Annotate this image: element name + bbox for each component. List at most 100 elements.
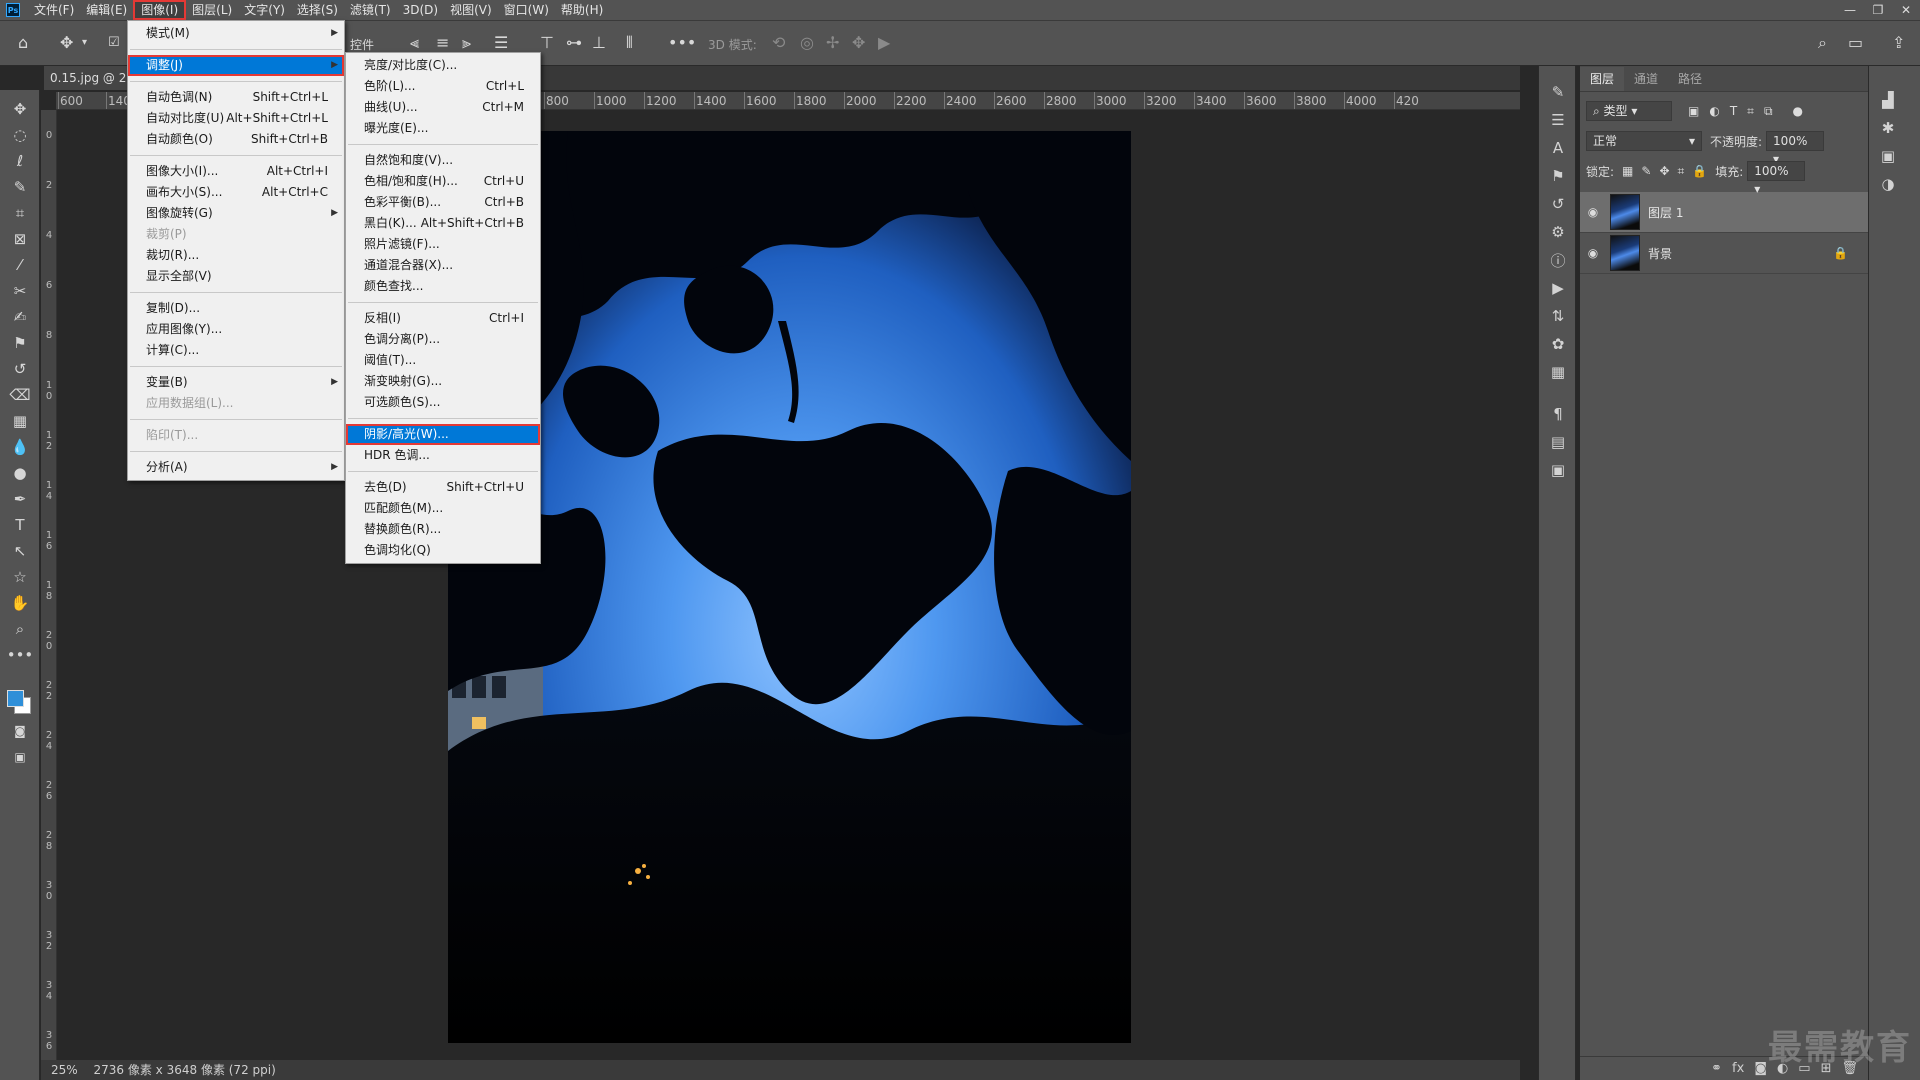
lasso-tool-icon[interactable]: ℓ xyxy=(0,148,40,174)
properties-icon[interactable]: ⚙ xyxy=(1539,218,1577,246)
menu-0[interactable]: 文件(F) xyxy=(28,0,80,20)
path-select-tool-icon[interactable]: ↖ xyxy=(0,538,40,564)
menu-item[interactable]: 裁切(R)... xyxy=(128,245,344,266)
menu-item[interactable]: 模式(M) ▶ xyxy=(128,23,344,44)
align-left-icon[interactable]: ⫷ xyxy=(410,33,419,53)
3d-rotate-icon[interactable]: ⟲ xyxy=(772,33,785,52)
panel-tab[interactable]: 图层 xyxy=(1580,67,1625,91)
filter-smart-object-icon[interactable]: ⧉ xyxy=(1764,104,1773,119)
color-icon[interactable]: ✿ xyxy=(1539,330,1577,358)
filter-type-icon[interactable]: T xyxy=(1730,104,1737,118)
menu-item[interactable]: HDR 色调... xyxy=(346,445,540,466)
screen-mode-icon[interactable]: ▣ xyxy=(0,744,40,770)
menu-item[interactable]: 分析(A) ▶ xyxy=(128,457,344,478)
zoom-level[interactable]: 25% xyxy=(51,1063,78,1077)
search-icon[interactable]: ⌕ xyxy=(1818,33,1827,53)
3d-roll-icon[interactable]: ◎ xyxy=(800,33,814,52)
menu-item[interactable]: 画布大小(S)... Alt+Ctrl+C xyxy=(128,182,344,203)
learn-icon[interactable]: ◑ xyxy=(1869,170,1907,198)
menu-item[interactable]: 应用图像(Y)... xyxy=(128,319,344,340)
menu-item[interactable]: 反相(I) Ctrl+I xyxy=(346,308,540,329)
quick-select-tool-icon[interactable]: ✎ xyxy=(0,174,40,200)
share-icon[interactable]: ⇪ xyxy=(1892,33,1905,52)
menu-item[interactable]: 调整(J) ▶ xyxy=(128,55,344,76)
menu-item[interactable]: 可选颜色(S)... xyxy=(346,392,540,413)
distribute-icon[interactable]: ☰ xyxy=(494,33,508,52)
distribute-vertical-icon[interactable]: ⫴ xyxy=(626,33,633,53)
document-tab[interactable]: 0.15.jpg @ 2... xyxy=(44,66,134,90)
menu-item[interactable]: 去色(D) Shift+Ctrl+U xyxy=(346,477,540,498)
menu-item[interactable]: 替换颜色(R)... xyxy=(346,519,540,540)
move-tool-icon[interactable]: ✥ xyxy=(0,96,40,122)
filter-pixel-icon[interactable]: ▣ xyxy=(1688,104,1699,118)
clone-source-icon[interactable]: ⚑ xyxy=(1539,162,1577,190)
foreground-color-swatch[interactable] xyxy=(7,690,24,707)
libraries-icon[interactable]: ▣ xyxy=(1869,142,1907,170)
info-icon[interactable]: ⓘ xyxy=(1539,246,1577,274)
visibility-eye-icon[interactable]: ◉ xyxy=(1580,246,1606,260)
menu-1[interactable]: 编辑(E) xyxy=(80,0,133,20)
healing-tool-icon[interactable]: ✂ xyxy=(0,278,40,304)
lock-artboard-icon[interactable]: ⌗ xyxy=(1678,164,1685,179)
menu-item[interactable]: 曝光度(E)... xyxy=(346,118,540,139)
menu-item[interactable]: 曲线(U)... Ctrl+M xyxy=(346,97,540,118)
photoshop-logo-icon[interactable]: Ps xyxy=(6,3,20,17)
menu-item[interactable]: 自动色调(N) Shift+Ctrl+L xyxy=(128,87,344,108)
crop-tool-icon[interactable]: ⌗ xyxy=(0,200,40,226)
align-center-icon[interactable]: ≡ xyxy=(436,33,449,52)
menu-4[interactable]: 文字(Y) xyxy=(238,0,291,20)
menu-item[interactable]: 色相/饱和度(H)... Ctrl+U xyxy=(346,171,540,192)
chevron-down-icon[interactable]: ▾ xyxy=(82,37,87,48)
menu-item[interactable]: 色阶(L)... Ctrl+L xyxy=(346,76,540,97)
menu-item[interactable]: 照片滤镜(F)... xyxy=(346,234,540,255)
menu-10[interactable]: 帮助(H) xyxy=(555,0,609,20)
3d-slide-icon[interactable]: ✥ xyxy=(852,33,865,52)
eyedropper-tool-icon[interactable]: ⁄ xyxy=(0,252,40,278)
filter-toggle-icon[interactable]: ● xyxy=(1793,104,1803,118)
workspace-icon[interactable]: ▭ xyxy=(1848,33,1863,52)
menu-item[interactable]: 黑白(K)... Alt+Shift+Ctrl+B xyxy=(346,213,540,234)
brush-settings-icon[interactable]: ✎ xyxy=(1539,78,1577,106)
eraser-tool-icon[interactable]: ⌫ xyxy=(0,382,40,408)
menu-item[interactable]: 阴影/高光(W)... xyxy=(346,424,540,445)
menu-7[interactable]: 3D(D) xyxy=(397,0,444,20)
auto-select-checkbox[interactable]: ☑ xyxy=(108,35,120,50)
more-tools-icon[interactable]: ••• xyxy=(0,642,40,668)
align-right-icon[interactable]: ⫸ xyxy=(462,33,471,53)
filter-shape-icon[interactable]: ⌗ xyxy=(1747,104,1754,119)
minimize-icon[interactable]: — xyxy=(1836,0,1864,20)
actions-icon[interactable]: ▶ xyxy=(1539,274,1577,302)
shape-tool-icon[interactable]: ☆ xyxy=(0,564,40,590)
menu-item[interactable]: 显示全部(V) xyxy=(128,266,344,287)
lock-position-icon[interactable]: ✥ xyxy=(1659,164,1669,178)
type-tool-icon[interactable]: T xyxy=(0,512,40,538)
history-icon[interactable]: ↺ xyxy=(1539,190,1577,218)
frame-tool-icon[interactable]: ⊠ xyxy=(0,226,40,252)
panel-tab[interactable]: 路径 xyxy=(1668,67,1712,91)
layer-style-icon[interactable]: fx xyxy=(1732,1061,1744,1076)
lock-all-icon[interactable]: 🔒 xyxy=(1692,164,1707,178)
align-middle-icon[interactable]: ⊶ xyxy=(566,33,582,52)
fill-input[interactable]: 100% ▾ xyxy=(1747,161,1806,196)
menu-item[interactable]: 亮度/对比度(C)... xyxy=(346,55,540,76)
menu-item[interactable]: 自动颜色(O) Shift+Ctrl+B xyxy=(128,129,344,150)
document-info[interactable]: 2736 像素 x 3648 像素 (72 ppi) xyxy=(94,1063,276,1077)
close-icon[interactable]: ✕ xyxy=(1892,0,1920,20)
align-top-icon[interactable]: ⊤ xyxy=(540,33,554,52)
align-bottom-icon[interactable]: ⊥ xyxy=(592,33,606,52)
navigator-icon[interactable]: ✱ xyxy=(1869,114,1907,142)
menu-item[interactable]: 变量(B) ▶ xyxy=(128,372,344,393)
restore-icon[interactable]: ❐ xyxy=(1864,0,1892,20)
quick-mask-mode-icon[interactable]: ◙ xyxy=(0,718,40,744)
histogram-icon[interactable]: ▟ xyxy=(1869,86,1907,114)
layer-row[interactable]: ◉ 图层 1 xyxy=(1580,192,1868,233)
lock-transparent-icon[interactable]: ▦ xyxy=(1622,164,1633,178)
hand-tool-icon[interactable]: ✋ xyxy=(0,590,40,616)
menu-item[interactable]: 色彩平衡(B)... Ctrl+B xyxy=(346,192,540,213)
zoom-tool-icon[interactable]: ⌕ xyxy=(0,616,40,642)
menu-item[interactable]: 计算(C)... xyxy=(128,340,344,361)
stamp-tool-icon[interactable]: ⚑ xyxy=(0,330,40,356)
swatches-icon[interactable]: ⇅ xyxy=(1539,302,1577,330)
table-icon[interactable]: ▦ xyxy=(1539,358,1577,386)
paragraph-icon[interactable]: ¶ xyxy=(1539,400,1577,428)
